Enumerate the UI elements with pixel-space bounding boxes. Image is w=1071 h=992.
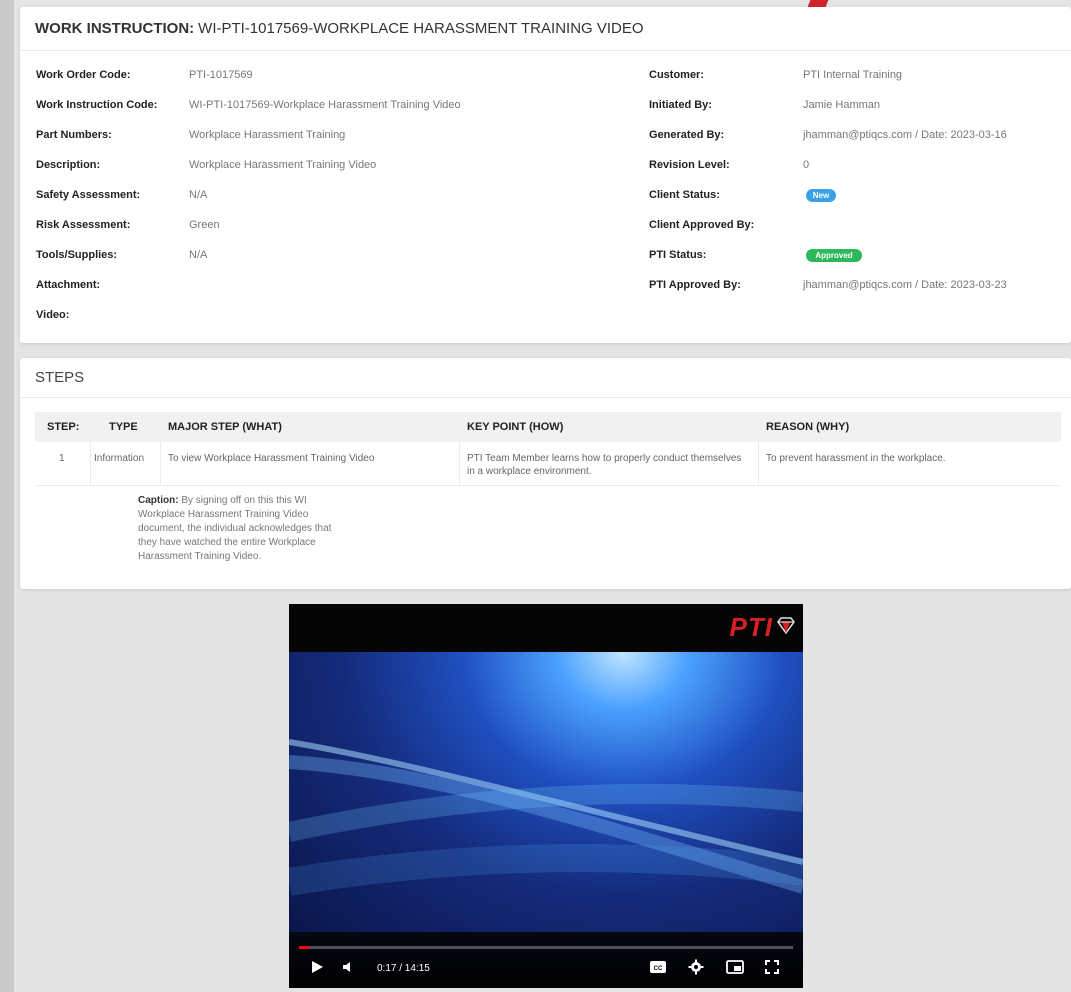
client-status-badge: New	[806, 189, 836, 202]
col-type: TYPE	[109, 421, 138, 433]
info-value: Workplace Harassment Training	[189, 129, 346, 141]
step-caption: Caption: By signing off on this this WI …	[138, 494, 353, 564]
cell-type: Information	[94, 453, 145, 464]
table-header: STEP: TYPE MAJOR STEP (WHAT) KEY POINT (…	[35, 412, 1061, 442]
background-panel	[0, 0, 14, 992]
steps-title: STEPS	[20, 358, 1071, 398]
info-label: Generated By:	[649, 129, 725, 141]
info-label: Video:	[36, 309, 70, 321]
info-value: N/A	[189, 189, 208, 201]
col-what: MAJOR STEP (WHAT)	[168, 421, 282, 433]
pti-logo: PTI	[729, 612, 773, 642]
info-row-right: Generated By: jhamman@ptiqcs.com / Date: …	[649, 125, 1069, 145]
info-label: Risk Assessment:	[36, 219, 131, 231]
info-row-left: Tools/Supplies: N/A	[20, 245, 620, 265]
info-row-left: Attachment:	[20, 275, 620, 295]
pti-gem-icon	[777, 617, 795, 634]
info-row-right: Revision Level: 0	[649, 155, 1069, 175]
volume-icon[interactable]	[341, 959, 357, 975]
info-row-right: PTI Status: Approved	[649, 245, 1069, 265]
video-player[interactable]: PTI 0:17 / 14:15 CC	[289, 604, 803, 988]
progress-track[interactable]	[299, 946, 793, 949]
caption-label: Caption:	[138, 495, 179, 506]
info-row-left: Risk Assessment: Green	[20, 215, 620, 235]
video-frame[interactable]	[289, 652, 803, 942]
info-label: Customer:	[649, 69, 705, 81]
page-title: WORK INSTRUCTION: WI-PTI-1017569-WORKPLA…	[20, 7, 1071, 51]
steps-card: STEPS STEP: TYPE MAJOR STEP (WHAT) KEY P…	[20, 358, 1071, 589]
info-row-left: Part Numbers: Workplace Harassment Traini…	[20, 125, 620, 145]
info-value: WI-PTI-1017569-Workplace Harassment Trai…	[189, 99, 461, 111]
video-time: 0:17 / 14:15	[377, 963, 430, 974]
captions-icon[interactable]: CC	[649, 959, 667, 975]
info-label: Part Numbers:	[36, 129, 112, 141]
info-row-left: Video:	[20, 305, 620, 325]
fullscreen-icon[interactable]	[764, 959, 780, 975]
cell-step: 1	[59, 453, 65, 464]
table-row: 1 Information To view Workplace Harassme…	[35, 442, 1061, 486]
info-label: Work Order Code:	[36, 69, 131, 81]
play-icon[interactable]	[309, 959, 325, 975]
info-label: Attachment:	[36, 279, 101, 291]
page-title-prefix: WORK INSTRUCTION:	[35, 20, 195, 37]
info-value: 0	[803, 159, 810, 171]
col-step: STEP:	[47, 421, 80, 433]
progress-fill	[299, 946, 309, 949]
page-title-text: WI-PTI-1017569-WORKPLACE HARASSMENT TRAI…	[198, 20, 644, 37]
info-label: Initiated By:	[649, 99, 712, 111]
info-label: Tools/Supplies:	[36, 249, 118, 261]
info-value: Jamie Hamman	[803, 99, 881, 111]
pti-status-badge: Approved	[806, 249, 862, 262]
svg-text:CC: CC	[654, 966, 663, 972]
video-header	[289, 604, 803, 652]
col-why: REASON (WHY)	[766, 421, 850, 433]
info-row-right: Client Status: New	[649, 185, 1069, 205]
info-value: PTI Internal Training	[803, 69, 903, 81]
info-row-left: Work Order Code: PTI-1017569	[20, 65, 620, 85]
info-label: Revision Level:	[649, 159, 730, 171]
info-label: Safety Assessment:	[36, 189, 141, 201]
settings-icon[interactable]	[688, 959, 704, 975]
cell-what: To view Workplace Harassment Training Vi…	[168, 453, 375, 464]
steps-table: STEP: TYPE MAJOR STEP (WHAT) KEY POINT (…	[35, 412, 1061, 486]
cell-why: To prevent harassment in the workplace.	[766, 453, 946, 464]
info-label: Client Status:	[649, 189, 720, 201]
info-label: Work Instruction Code:	[36, 99, 158, 111]
info-label: Description:	[36, 159, 101, 171]
info-label: PTI Approved By:	[649, 279, 741, 291]
info-value: jhamman@ptiqcs.com / Date: 2023-03-23	[803, 279, 1007, 291]
info-value: N/A	[189, 249, 208, 261]
info-value: PTI-1017569	[189, 69, 253, 81]
info-value: Workplace Harassment Training Video	[189, 159, 377, 171]
work-instruction-card: WORK INSTRUCTION: WI-PTI-1017569-WORKPLA…	[20, 7, 1071, 343]
info-value: Green	[189, 219, 220, 231]
info-row-right: Initiated By: Jamie Hamman	[649, 95, 1069, 115]
info-label: Client Approved By:	[649, 219, 755, 231]
miniplayer-icon[interactable]	[726, 959, 744, 975]
info-row-right: Customer: PTI Internal Training	[649, 65, 1069, 85]
info-row-left: Description: Workplace Harassment Trainin…	[20, 155, 620, 175]
cell-how: PTI Team Member learns how to properly c…	[467, 453, 742, 477]
info-row-left: Safety Assessment: N/A	[20, 185, 620, 205]
info-row-right: Client Approved By:	[649, 215, 1069, 235]
info-value: jhamman@ptiqcs.com / Date: 2023-03-16	[803, 129, 1007, 141]
info-row-left: Work Instruction Code: WI-PTI-1017569-Wor…	[20, 95, 620, 115]
info-label: PTI Status:	[649, 249, 707, 261]
video-wave-graphic	[289, 739, 803, 896]
col-how: KEY POINT (HOW)	[467, 421, 564, 433]
info-row-right: PTI Approved By: jhamman@ptiqcs.com / Dat…	[649, 275, 1069, 295]
